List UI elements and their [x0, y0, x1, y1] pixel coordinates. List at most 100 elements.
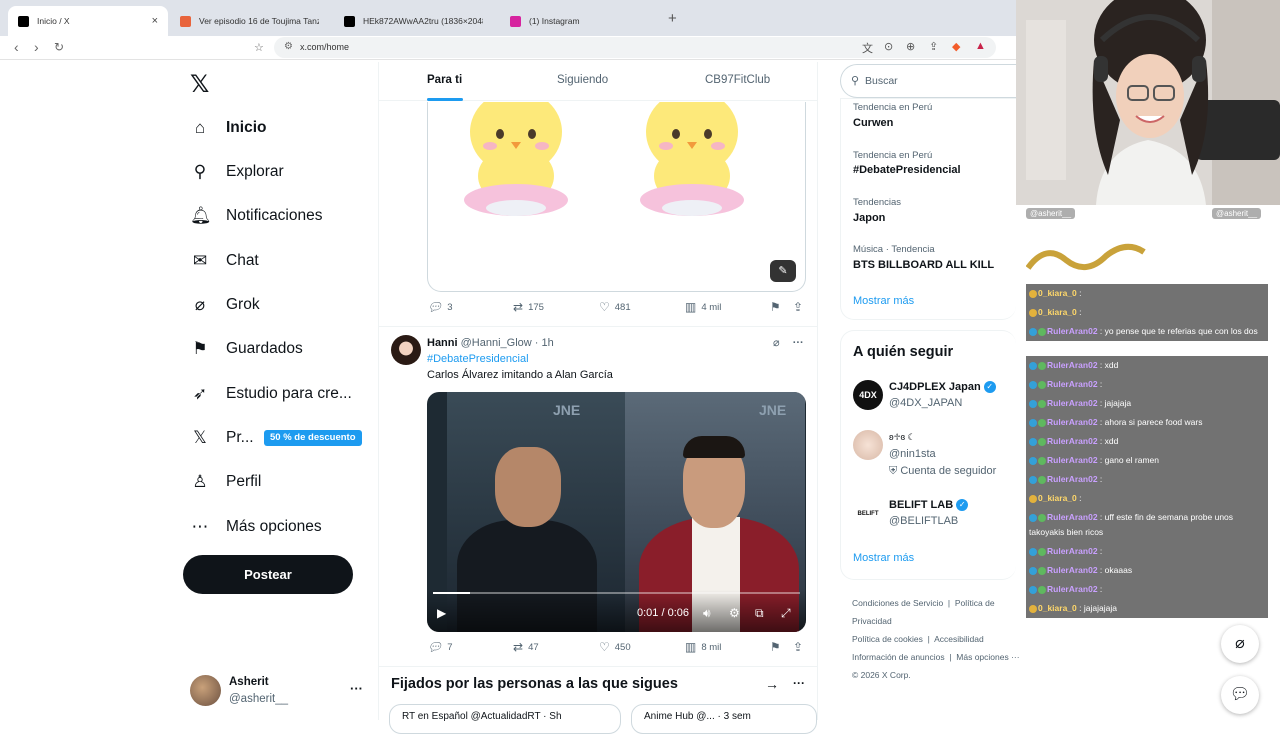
- video-player[interactable]: JNE JNE ▶ 0:01 / 0:06 🔊︎ ⚙ ⧉ ⤢: [427, 392, 806, 632]
- repost-button[interactable]: ⇄ 175: [513, 300, 544, 314]
- arrow-right-icon[interactable]: →: [765, 676, 779, 692]
- chat-badge-icon: [1029, 399, 1037, 408]
- avatar[interactable]: 4DX: [853, 380, 883, 410]
- tab-siguiendo[interactable]: Siguiendo: [557, 74, 608, 86]
- browser-tab[interactable]: Ver episodio 16 de Toujima Tanzaburo: [170, 6, 330, 36]
- browser-tab[interactable]: Inicio / X ×: [8, 6, 168, 36]
- nav-item-estudio[interactable]: ➶ Estudio para cre...: [190, 378, 352, 410]
- tab-para-ti[interactable]: Para ti: [427, 74, 462, 86]
- pip-icon[interactable]: ⧉: [755, 606, 764, 621]
- suggestion-name[interactable]: ʚ♱ɞ ☾: [889, 432, 916, 443]
- views-button[interactable]: ▥ 8 mil: [685, 640, 721, 654]
- trend-item[interactable]: BTS BILLBOARD ALL KILL: [853, 259, 994, 271]
- chat-badge-icon: [1029, 437, 1037, 446]
- views-button[interactable]: ▥ 4 mil: [685, 300, 721, 314]
- footer-link[interactable]: Política de cookies: [852, 634, 923, 644]
- nav-item-pr[interactable]: 𝕏 Pr...: [190, 422, 254, 454]
- chat-username: RulerAran02: [1047, 436, 1098, 446]
- account-handle: @asherit__: [229, 693, 288, 705]
- zoom-icon[interactable]: ⊕: [906, 40, 915, 53]
- trend-item[interactable]: #DebatePresidencial: [853, 164, 961, 176]
- search-input[interactable]: ⚲ Buscar: [840, 64, 1016, 98]
- nav-item-más[interactable]: ⋯ Más opciones: [190, 511, 322, 543]
- avatar[interactable]: BELIFT: [853, 499, 883, 529]
- nav-item-perfil[interactable]: ♙ Perfil: [190, 466, 261, 498]
- repost-button[interactable]: ⇄ 47: [513, 640, 539, 654]
- translate-icon[interactable]: 文: [862, 40, 873, 56]
- nav-item-label: Chat: [226, 252, 259, 269]
- more-icon[interactable]: ···: [793, 676, 805, 690]
- video-scrubber[interactable]: [433, 592, 800, 594]
- share-button[interactable]: ⇪: [793, 640, 803, 654]
- hashtag-link[interactable]: #DebatePresidencial: [427, 353, 529, 365]
- browser-tab[interactable]: (1) Instagram: [500, 6, 660, 36]
- tweet-actions: 💬︎ 3 ⇄ 175 ♡ 481 ▥ 4 mil ⚑ ⇪: [427, 300, 807, 320]
- footer-link[interactable]: Accesibilidad: [934, 634, 984, 644]
- footer-link[interactable]: Información de anuncios: [852, 652, 945, 662]
- more-icon[interactable]: ···: [793, 337, 804, 349]
- footer-link[interactable]: Más opciones ···: [956, 652, 1019, 662]
- author-handle[interactable]: @Hanni_Glow · 1h: [461, 337, 554, 349]
- chat-bubble-icon[interactable]: 💬︎: [1221, 676, 1259, 714]
- site-info-icon[interactable]: ⚙: [284, 41, 293, 52]
- chat-separator: :: [1097, 326, 1105, 336]
- reply-button[interactable]: 💬︎ 7: [427, 640, 453, 654]
- footer-link[interactable]: Condiciones de Servicio: [852, 598, 943, 608]
- share-icon[interactable]: ⇪: [929, 40, 938, 53]
- settings-icon[interactable]: ⚙: [729, 606, 740, 620]
- post-button[interactable]: Postear: [183, 555, 353, 594]
- bookmark-button[interactable]: ⚑: [771, 640, 780, 654]
- bookmark-star-icon[interactable]: ☆: [254, 41, 264, 54]
- forward-icon[interactable]: ›: [34, 39, 39, 55]
- chat-separator: :: [1097, 436, 1105, 446]
- suggestion-name[interactable]: CJ4DPLEX Japan ✓: [889, 381, 996, 394]
- chick-sticker: [640, 102, 744, 216]
- pinned-card[interactable]: Anime Hub @... · 3 sem: [631, 704, 817, 734]
- grok-icon[interactable]: ⌀: [1221, 625, 1259, 663]
- chat-badge-icon: [1038, 547, 1046, 556]
- nav-item-notificaciones[interactable]: 🔔︎ Notificaciones: [190, 200, 323, 232]
- new-tab-button[interactable]: +: [668, 10, 677, 27]
- nav-item-grok[interactable]: ⌀ Grok: [190, 289, 260, 321]
- lens-icon[interactable]: ⊙: [884, 40, 893, 53]
- account-switcher[interactable]: Asherit @asherit__ ···: [190, 675, 370, 711]
- like-button[interactable]: ♡ 481: [599, 300, 631, 314]
- nav-item-explorar[interactable]: ⚲ Explorar: [190, 156, 284, 188]
- show-more-trends[interactable]: Mostrar más: [853, 295, 914, 307]
- avatar[interactable]: [391, 335, 421, 365]
- brave-rewards-icon[interactable]: ▲: [975, 40, 986, 52]
- trend-item[interactable]: Curwen: [853, 117, 893, 129]
- reply-button[interactable]: 💬︎ 3: [427, 300, 453, 314]
- avatar[interactable]: [853, 430, 883, 460]
- nav-item-chat[interactable]: ✉ Chat: [190, 245, 259, 277]
- tab-cb97fitclub[interactable]: CB97FitClub: [705, 74, 770, 86]
- grok-icon[interactable]: ⌀: [773, 337, 780, 349]
- close-tab-icon[interactable]: ×: [152, 15, 158, 27]
- share-button[interactable]: ⇪: [793, 300, 803, 314]
- more-icon[interactable]: ···: [350, 681, 363, 696]
- author-name[interactable]: Hanni: [427, 337, 458, 349]
- reload-icon[interactable]: ↻: [54, 40, 64, 54]
- play-icon[interactable]: ▶: [437, 606, 446, 620]
- pinned-card[interactable]: RT en Español @ActualidadRT · Sh: [389, 704, 621, 734]
- show-more-suggestions[interactable]: Mostrar más: [853, 552, 914, 564]
- fullscreen-icon[interactable]: ⤢: [781, 606, 791, 621]
- brave-shield-icon[interactable]: ◆: [952, 40, 960, 53]
- chat-badge-icon: [1029, 289, 1037, 298]
- like-button[interactable]: ♡ 450: [599, 640, 631, 654]
- chat-username: 0_kiara_0: [1038, 603, 1077, 613]
- chat-separator: :: [1076, 603, 1084, 613]
- bookmark-button[interactable]: ⚑: [771, 300, 780, 314]
- back-icon[interactable]: ‹: [14, 39, 19, 55]
- x-logo[interactable]: 𝕏: [190, 70, 209, 98]
- browser-tab[interactable]: HEk872AWwAA2tru (1836×2048): [334, 6, 498, 36]
- volume-icon[interactable]: 🔊︎: [703, 606, 711, 621]
- trend-item[interactable]: Japon: [853, 212, 885, 224]
- tweet-image[interactable]: ✎: [427, 102, 806, 292]
- nav-item-inicio[interactable]: ⌂ Inicio: [190, 112, 267, 144]
- nav-item-label: Pr...: [226, 429, 254, 446]
- chat-message: RulerAran02 :: [1026, 375, 1268, 394]
- nav-item-guardados[interactable]: ⚑ Guardados: [190, 333, 302, 365]
- suggestion-name[interactable]: BELIFT LAB ✓: [889, 499, 969, 512]
- image-edit-icon[interactable]: ✎: [770, 260, 796, 282]
